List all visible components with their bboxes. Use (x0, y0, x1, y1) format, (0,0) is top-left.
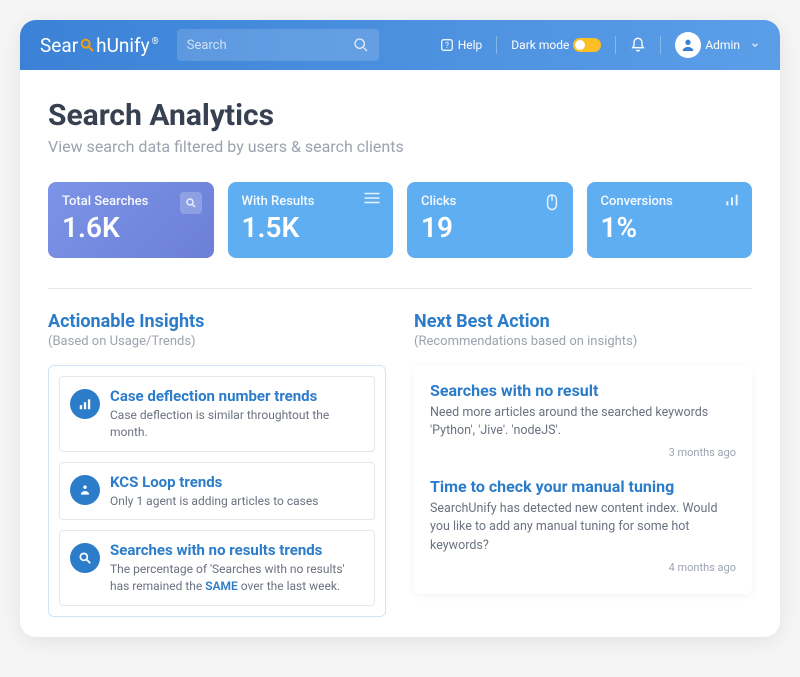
stat-value: 19 (421, 211, 559, 244)
header-bar: Sear h Unify ® ? Help Dark mode (20, 20, 780, 70)
action-time: 3 months ago (430, 446, 736, 459)
help-label: Help (458, 38, 483, 52)
svg-text:?: ? (445, 40, 449, 50)
dark-mode-toggle[interactable]: Dark mode (511, 38, 601, 52)
divider (48, 288, 752, 289)
stat-value: 1.5K (242, 211, 380, 244)
stat-value: 1.6K (62, 211, 200, 244)
separator (615, 36, 616, 54)
action-manual-tuning[interactable]: Time to check your manual tuning SearchU… (430, 477, 736, 573)
action-title: Time to check your manual tuning (430, 477, 736, 496)
insight-kcs-loop[interactable]: KCS Loop trends Only 1 agent is adding a… (59, 462, 375, 521)
stat-conversions[interactable]: Conversions 1% (587, 182, 753, 258)
logo-text-mid: h (96, 34, 106, 57)
insight-title: Searches with no results trends (110, 541, 364, 559)
insights-title: Actionable Insights (48, 311, 386, 332)
insight-no-results[interactable]: Searches with no results trends The perc… (59, 530, 375, 606)
insight-case-deflection[interactable]: Case deflection number trends Case defle… (59, 376, 375, 452)
stats-row: Total Searches 1.6K With Results 1.5K Cl… (48, 182, 752, 258)
stat-label: Clicks (421, 194, 559, 209)
action-time: 4 months ago (430, 561, 736, 574)
actions-column: Next Best Action (Recommendations based … (414, 311, 752, 617)
user-menu[interactable]: Admin (675, 32, 760, 58)
search-input-wrap[interactable] (177, 29, 379, 61)
actions-title: Next Best Action (414, 311, 752, 332)
insights-column: Actionable Insights (Based on Usage/Tren… (48, 311, 386, 617)
stat-label: Conversions (601, 194, 739, 209)
bars-icon (724, 192, 740, 208)
help-icon: ? (440, 38, 454, 52)
admin-label: Admin (705, 38, 740, 52)
insight-title: Case deflection number trends (110, 387, 364, 405)
insight-desc: Case deflection is similar throughtout t… (110, 407, 364, 441)
app-window: Sear h Unify ® ? Help Dark mode (20, 20, 780, 637)
avatar (675, 32, 701, 58)
hands-icon (70, 475, 100, 505)
insight-desc: Only 1 agent is adding articles to cases (110, 493, 364, 510)
action-no-result[interactable]: Searches with no result Need more articl… (430, 381, 736, 459)
content-area: Search Analytics View search data filter… (20, 70, 780, 637)
bell-icon (630, 37, 646, 53)
action-desc: SearchUnify has detected new content ind… (430, 500, 736, 554)
search-icon (180, 192, 202, 214)
logo-text-post: Unify (107, 34, 150, 57)
stat-clicks[interactable]: Clicks 19 (407, 182, 573, 258)
stat-with-results[interactable]: With Results 1.5K (228, 182, 394, 258)
separator (496, 36, 497, 54)
header-right: ? Help Dark mode Admin (440, 32, 760, 58)
search-input[interactable] (187, 38, 353, 53)
insights-panel: Case deflection number trends Case defle… (48, 365, 386, 617)
toggle-icon[interactable] (573, 38, 601, 52)
dark-mode-label: Dark mode (511, 38, 569, 52)
columns: Actionable Insights (Based on Usage/Tren… (48, 311, 752, 617)
insight-title: KCS Loop trends (110, 473, 364, 491)
insight-desc: The percentage of 'Searches with no resu… (110, 561, 364, 595)
list-icon (363, 192, 381, 204)
actions-subtitle: (Recommendations based on insights) (414, 334, 752, 349)
chevron-down-icon (750, 40, 760, 50)
actions-panel: Searches with no result Need more articl… (414, 365, 752, 594)
user-icon (680, 37, 696, 53)
page-title: Search Analytics (48, 98, 752, 133)
action-title: Searches with no result (430, 381, 736, 400)
separator (660, 36, 661, 54)
magnify-icon (79, 37, 95, 53)
logo-text-pre: Sear (40, 34, 78, 57)
stat-total-searches[interactable]: Total Searches 1.6K (48, 182, 214, 258)
notifications-button[interactable] (630, 37, 646, 53)
insights-subtitle: (Based on Usage/Trends) (48, 334, 386, 349)
stat-value: 1% (601, 211, 739, 244)
logo: Sear h Unify ® (40, 34, 159, 57)
mouse-icon (543, 192, 561, 214)
stat-label: With Results (242, 194, 380, 209)
action-desc: Need more articles around the searched k… (430, 404, 736, 440)
search-icon[interactable] (353, 37, 369, 53)
help-link[interactable]: ? Help (440, 38, 483, 52)
chart-icon (70, 389, 100, 419)
magnify-icon (70, 543, 100, 573)
page-subtitle: View search data filtered by users & sea… (48, 137, 752, 156)
